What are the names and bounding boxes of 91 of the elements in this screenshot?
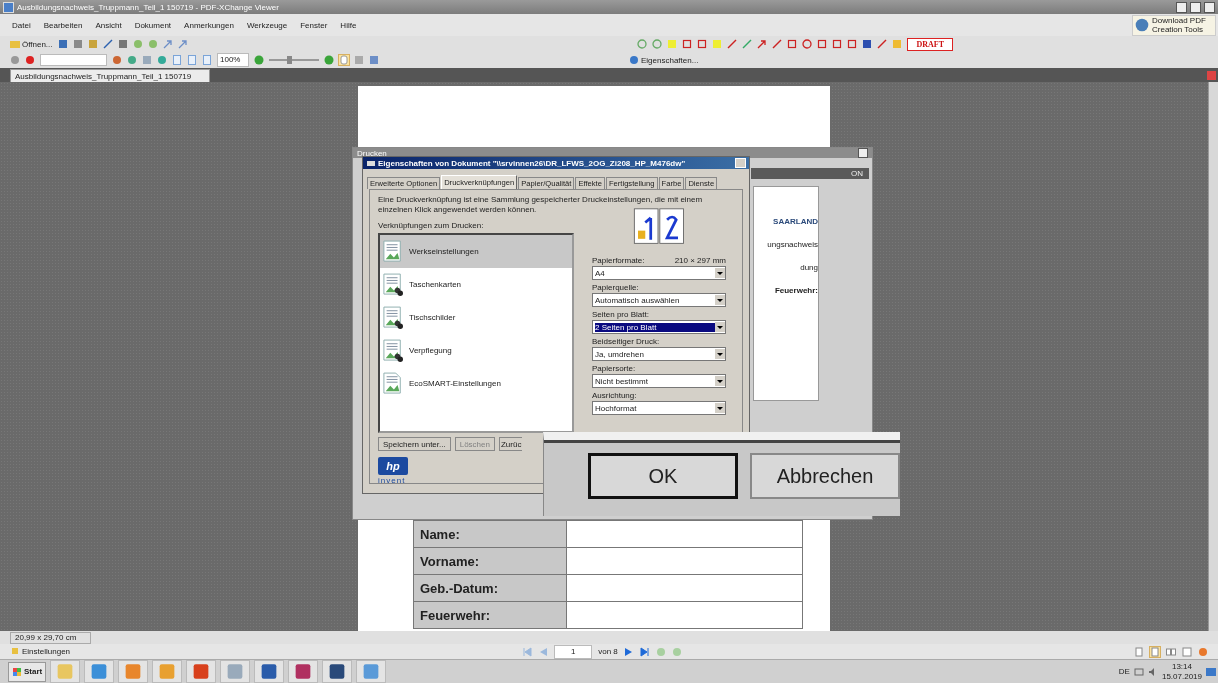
- shortcut-item[interactable]: Tischschilder: [380, 301, 572, 334]
- preview-text: dung: [800, 263, 818, 272]
- page-count-label: von 8: [598, 647, 618, 656]
- document-people-icon: [383, 304, 403, 331]
- document-people-icon: [383, 337, 403, 364]
- preview-text: SAARLAND: [773, 217, 818, 226]
- close-button[interactable]: [858, 148, 868, 158]
- dialog-title: Drucken: [357, 148, 387, 158]
- zoom-in-icon[interactable]: [324, 55, 334, 65]
- document-people-icon: [383, 271, 403, 298]
- menu-item[interactable]: Ansicht: [95, 20, 122, 30]
- option-label: Seiten pro Blatt:: [592, 310, 649, 319]
- dialog-button[interactable]: Speichern unter...: [378, 437, 451, 451]
- ellipse-icon[interactable]: [802, 39, 813, 49]
- shortcut-item[interactable]: EcoSMART-Einstellungen: [380, 367, 572, 400]
- single-page-icon[interactable]: [1134, 646, 1144, 657]
- menu-item[interactable]: Bearbeiten: [43, 20, 83, 30]
- preview-text: ungsnachweis: [767, 240, 818, 249]
- close-button[interactable]: [1204, 1, 1215, 13]
- first-page-icon[interactable]: [522, 646, 533, 657]
- dialog-title: Eigenschaften von Dokument "\\srvinnen26\DR_LFWS_2OG_Zi208_HP_M476dw": [378, 158, 686, 168]
- menu-item[interactable]: Werkzeuge: [246, 20, 288, 30]
- shortcut-item[interactable]: Taschenkarten: [380, 268, 572, 301]
- rectangle-icon[interactable]: [787, 39, 798, 49]
- minimize-button[interactable]: [1176, 1, 1187, 13]
- logo-tagline: invent: [378, 476, 406, 485]
- circle-icon[interactable]: [132, 39, 143, 49]
- language-indicator[interactable]: DE: [1118, 667, 1130, 676]
- menu-item[interactable]: Fenster: [300, 20, 328, 30]
- hand-icon[interactable]: [339, 55, 349, 65]
- form-label: Geb.-Datum:: [414, 575, 567, 601]
- paper-size-note: 210 × 297 mm: [674, 256, 726, 265]
- hp-logo: hp: [378, 457, 408, 475]
- option-label: Papiersorte:: [592, 364, 636, 373]
- close-icon[interactable]: [1207, 70, 1216, 80]
- shortcut-item[interactable]: Verpflegung: [380, 334, 572, 367]
- document-tab[interactable]: Ausbildungsnachweis_Truppmann_Teil_1 150719: [10, 69, 211, 82]
- form-label: Vorname:: [414, 548, 567, 574]
- last-page-icon[interactable]: [639, 646, 650, 657]
- properties-button[interactable]: Eigenschaften...: [629, 55, 699, 65]
- open-button[interactable]: Öffnen...: [10, 39, 53, 49]
- preview-text: Feuerwehr:: [774, 286, 818, 295]
- circle-icon[interactable]: [147, 39, 158, 49]
- slider-thumb[interactable]: [287, 56, 292, 64]
- menu-item[interactable]: Dokument: [134, 20, 172, 30]
- form-label: Name:: [414, 521, 567, 547]
- header-text: ON: [851, 169, 863, 178]
- start-button[interactable]: Start: [8, 661, 47, 682]
- scrollbar[interactable]: [1208, 82, 1218, 631]
- previous-page-icon[interactable]: [538, 646, 549, 657]
- form-label: Feuerwehr:: [414, 602, 567, 628]
- page-number-field[interactable]: 1: [554, 644, 593, 659]
- ok-button[interactable]: OK: [588, 453, 738, 499]
- zoom-out-icon[interactable]: [254, 55, 264, 65]
- option-label: Beidseitiger Druck:: [592, 337, 660, 346]
- pen-icon[interactable]: [102, 39, 113, 49]
- cancel-button[interactable]: Abbrechen: [750, 453, 900, 499]
- document-icon: [383, 238, 403, 265]
- clock[interactable]: 13:14 15.07.2019: [1161, 661, 1202, 682]
- continuous-page-icon[interactable]: [1150, 646, 1160, 657]
- option-label: Papierformate:: [592, 256, 645, 265]
- settings-button[interactable]: Einstellungen: [10, 646, 71, 657]
- menu-item[interactable]: Datei: [12, 20, 31, 30]
- promo-button[interactable]: Download PDF Creation Tools: [1132, 14, 1216, 36]
- facing-pages-icon[interactable]: [1166, 646, 1176, 657]
- window-title: Ausbildungsnachweis_Truppmann_Teil_1 150719 - PDF-XChange Viewer: [17, 2, 279, 12]
- description-text: Eine Druckverknüpfung ist eine Sammlung gespeicherter Druckeinstellungen, die mit einem einzelnen Klick angewendet werden können.: [378, 195, 704, 215]
- windows-logo-icon: [12, 666, 22, 677]
- zoom-field[interactable]: 100%: [217, 53, 249, 67]
- option-label: Papierquelle:: [592, 283, 639, 292]
- dropdown[interactable]: A4: [592, 266, 726, 280]
- menu-item[interactable]: Hilfe: [340, 20, 357, 30]
- document-icon: [383, 370, 403, 397]
- dropdown[interactable]: Hochformat: [592, 401, 726, 415]
- dropdown[interactable]: Nicht bestimmt: [592, 374, 726, 388]
- arrow-icon[interactable]: [757, 39, 768, 49]
- list-label: Verknüpfungen zum Drucken:: [378, 221, 485, 230]
- dialog-button[interactable]: Zurüc: [498, 437, 523, 451]
- dropdown[interactable]: Ja, umdrehen: [592, 347, 726, 361]
- dropdown[interactable]: 2 Seiten pro Blatt: [592, 320, 726, 334]
- dropdown[interactable]: Automatisch auswählen: [592, 293, 726, 307]
- menu-item[interactable]: Anmerkungen: [184, 20, 234, 30]
- next-page-icon[interactable]: [623, 646, 634, 657]
- page-size-label: 20,99 x 29,70 cm: [10, 631, 92, 644]
- restore-button[interactable]: [1190, 1, 1201, 13]
- line-icon[interactable]: [772, 39, 783, 49]
- stamp-button[interactable]: DRAFT: [907, 37, 953, 51]
- search-field[interactable]: [40, 54, 107, 66]
- show-desktop-button[interactable]: [1206, 667, 1216, 676]
- option-label: Ausrichtung:: [592, 391, 637, 400]
- shortcut-item[interactable]: Werkseinstellungen: [380, 235, 572, 268]
